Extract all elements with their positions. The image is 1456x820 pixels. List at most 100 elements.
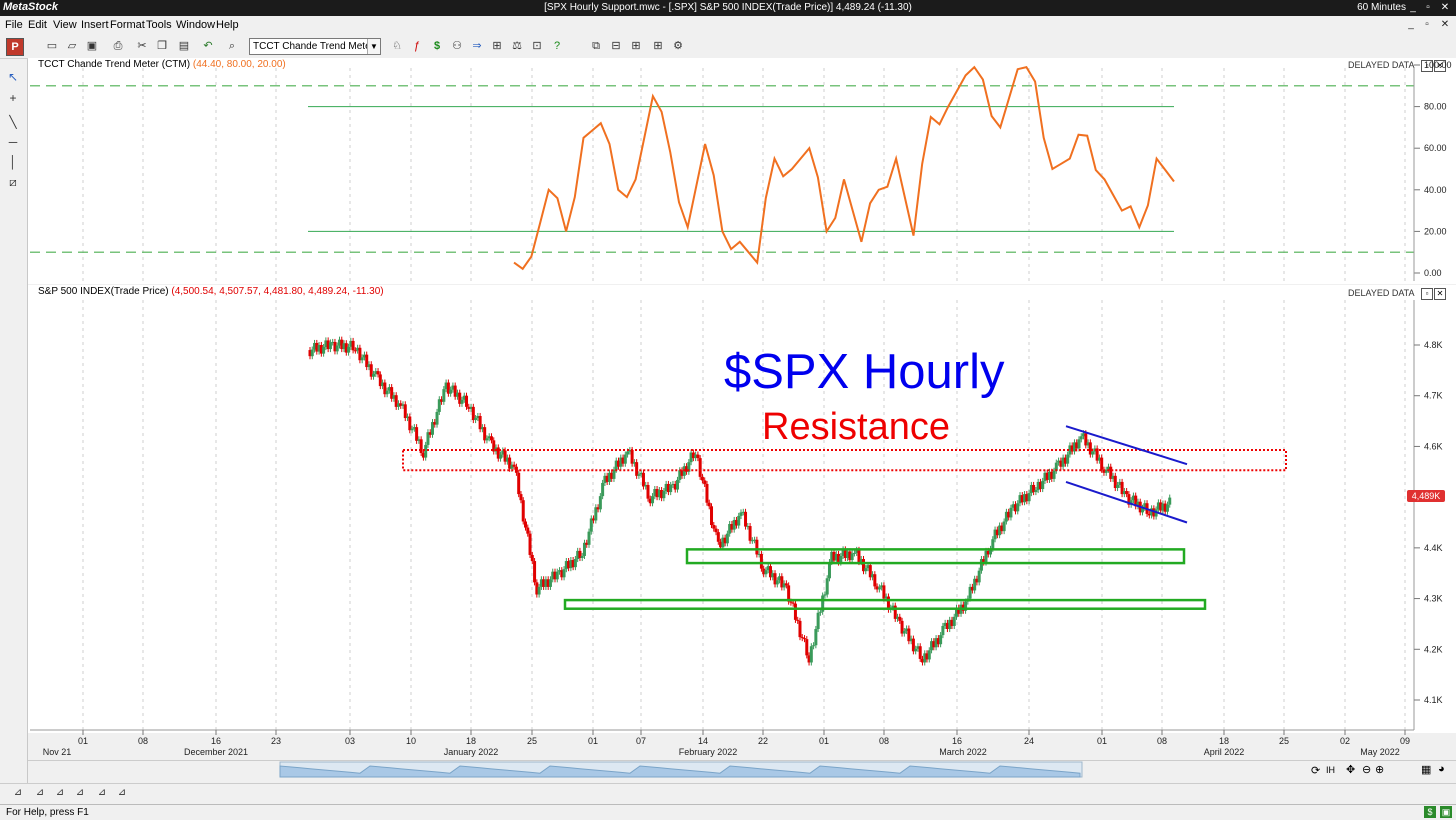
support-zone-lower — [563, 598, 1207, 610]
x-tick-label: 16 — [952, 736, 962, 746]
price-candle-body — [775, 580, 779, 585]
price-candle-body — [927, 650, 931, 660]
layout-tab-2-icon[interactable]: ⊿ — [32, 785, 48, 801]
x-month-label: April 2022 — [1204, 747, 1245, 757]
price-candle-body — [580, 555, 584, 558]
price-candle-body — [1052, 470, 1056, 479]
chart-annotation-title: $SPX Hourly — [724, 345, 1005, 399]
price-chart: 4.8K4.7K4.6K4.5K4.4K4.3K4.2K4.1K 0108162… — [30, 300, 1443, 757]
price-candle-body — [1002, 521, 1006, 532]
price-candle-body — [499, 454, 503, 459]
pan-icon[interactable]: ✥ — [1346, 763, 1355, 776]
price-candle-body — [537, 586, 541, 595]
price-candle-body — [914, 648, 918, 652]
x-tick-label: 02 — [1340, 736, 1350, 746]
price-candle-body — [548, 579, 552, 587]
price-candle-body — [800, 637, 804, 639]
price-candle-body — [1066, 454, 1070, 464]
layout-tab-4-icon[interactable]: ⊿ — [72, 785, 88, 801]
price-candle-body — [601, 482, 605, 497]
price-ytick-label: 4.8K — [1424, 340, 1443, 350]
price-candle-body — [744, 511, 748, 527]
price-candle-body — [991, 539, 995, 549]
x-tick-label: 23 — [271, 736, 281, 746]
price-candle-body — [626, 451, 630, 455]
price-candle-body — [360, 357, 364, 361]
price-candle-body — [737, 515, 741, 526]
price-candle-body — [512, 464, 516, 467]
price-candle-body — [347, 346, 351, 353]
price-candle-body — [587, 531, 591, 545]
price-candle-body — [555, 571, 559, 580]
price-candle-body — [1168, 497, 1172, 505]
price-candle-body — [573, 559, 577, 568]
status-help-text: For Help, press F1 — [6, 807, 89, 818]
fit-icon[interactable]: ▦ — [1421, 763, 1431, 776]
price-candle-body — [524, 521, 527, 528]
zoom-out-icon[interactable]: ⊖ — [1362, 763, 1371, 776]
price-candle-body — [827, 562, 831, 579]
layout-tab-3-icon[interactable]: ⊿ — [52, 785, 68, 801]
price-candle-body — [530, 554, 534, 562]
price-candle-body — [1009, 507, 1013, 518]
price-candle-body — [598, 496, 602, 510]
price-ytick-label: 4.3K — [1424, 594, 1443, 604]
dollar-status-icon: $ — [1424, 806, 1436, 818]
price-candle-body — [809, 646, 813, 663]
price-candle-body — [517, 472, 521, 495]
x-tick-label: 10 — [406, 736, 416, 746]
x-month-label: January 2022 — [444, 747, 499, 757]
price-candle-body — [1016, 503, 1020, 512]
price-candle-body — [403, 404, 407, 419]
price-candle-body — [521, 500, 525, 522]
x-tick-label: 08 — [138, 736, 148, 746]
price-candle-body — [465, 395, 469, 407]
resistance-annotation: Resistance — [762, 406, 950, 448]
price-candle-body — [818, 611, 822, 613]
price-candle-body — [977, 570, 981, 583]
channel-upper-line — [1065, 425, 1188, 466]
layout-tab-6-icon[interactable]: ⊿ — [114, 785, 130, 801]
x-tick-label: 03 — [345, 736, 355, 746]
layout-tab-1-icon[interactable]: ⊿ — [10, 785, 26, 801]
price-candle-body — [474, 418, 478, 421]
price-candle-body — [408, 416, 412, 431]
layout-tab-5-icon[interactable]: ⊿ — [94, 785, 110, 801]
price-ytick-label: 4.1K — [1424, 695, 1443, 705]
price-candle-body — [712, 525, 716, 529]
x-tick-label: 25 — [527, 736, 537, 746]
x-tick-label: 01 — [78, 736, 88, 746]
price-ytick-label: 4.4K — [1424, 543, 1443, 553]
palette-icon[interactable]: ◕ — [1438, 763, 1445, 775]
ih-icon[interactable]: IH — [1326, 765, 1335, 775]
price-candle-body — [791, 602, 795, 604]
x-month-label: March 2022 — [939, 747, 987, 757]
x-month-label: December 2021 — [184, 747, 248, 757]
price-candle-body — [1116, 484, 1120, 489]
x-tick-label: 22 — [758, 736, 768, 746]
price-candle-body — [714, 528, 718, 533]
price-candle-body — [310, 349, 314, 357]
price-ytick-label: 4.2K — [1424, 644, 1443, 654]
price-candle-body — [533, 561, 537, 583]
price-candle-body — [898, 616, 902, 621]
price-candle-body — [739, 512, 743, 516]
x-tick-label: 18 — [466, 736, 476, 746]
price-candle-body — [716, 532, 720, 542]
price-candle-body — [1079, 436, 1083, 440]
price-candle-body — [410, 428, 414, 431]
price-candle-body — [759, 553, 763, 569]
x-tick-label: 09 — [1400, 736, 1410, 746]
x-tick-label: 01 — [819, 736, 829, 746]
overview-scroller[interactable]: ⟳ IH ✥ ⊖ ⊕ ▦ ◕ — [28, 760, 1456, 783]
price-candle-body — [322, 347, 326, 354]
price-candle-body — [902, 631, 906, 634]
price-candle-body — [385, 390, 389, 395]
refresh-icon[interactable]: ⟳ — [1311, 764, 1320, 777]
price-candle-body — [372, 373, 376, 377]
price-candle-body — [669, 484, 673, 493]
price-candle-body — [442, 389, 446, 402]
price-candle-body — [710, 506, 714, 526]
zoom-in-icon[interactable]: ⊕ — [1375, 763, 1384, 776]
price-candle-body — [839, 555, 843, 563]
